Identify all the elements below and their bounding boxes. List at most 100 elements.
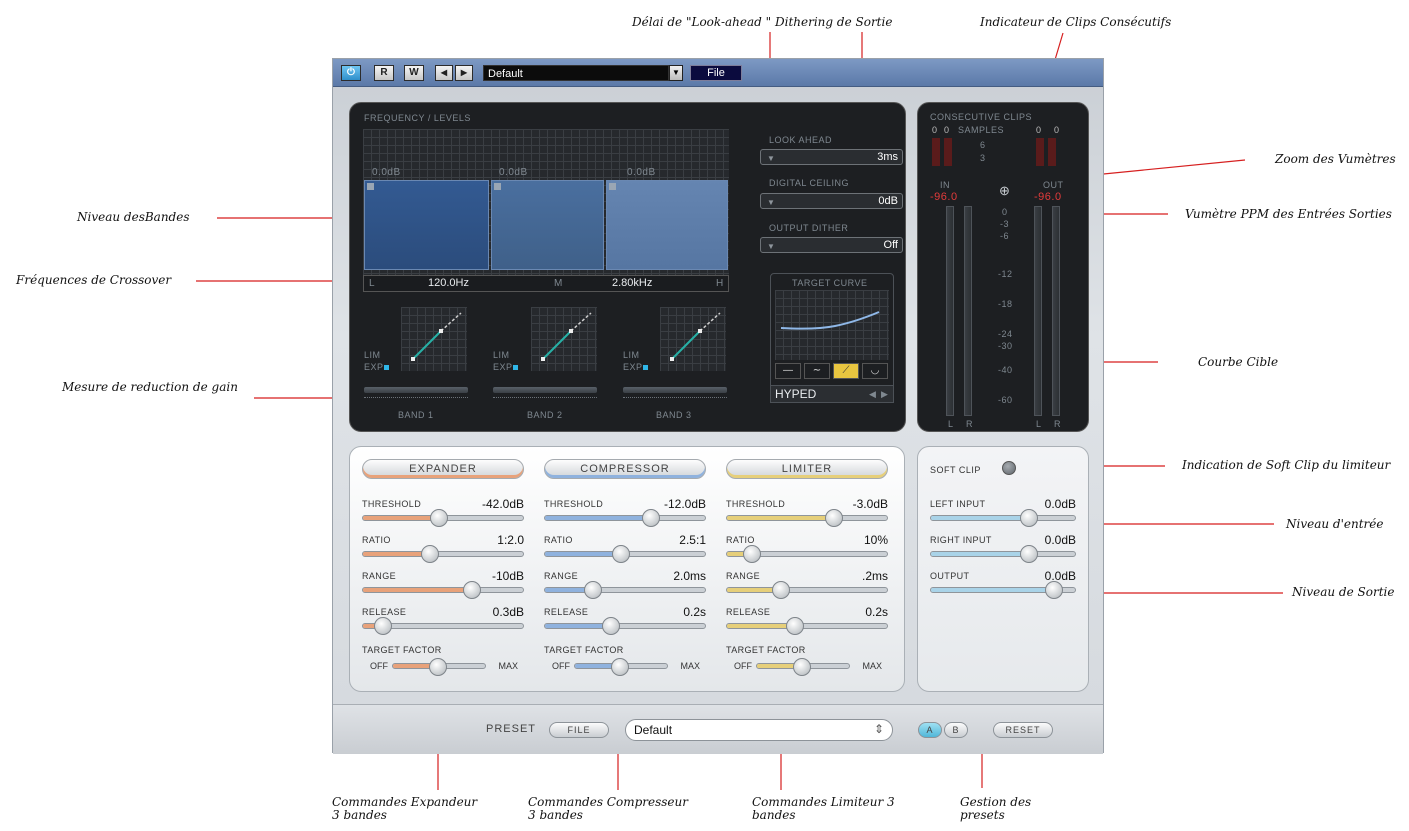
- toolbar-file-button[interactable]: File: [690, 65, 742, 81]
- preset-spinner-icon[interactable]: ⇕: [874, 722, 884, 736]
- expander-range-track[interactable]: [362, 587, 524, 593]
- right-input-track[interactable]: [930, 551, 1076, 557]
- right-input-knob[interactable]: [1019, 545, 1038, 563]
- limiter-range-knob[interactable]: [772, 581, 791, 599]
- left-input-track[interactable]: [930, 515, 1076, 521]
- band-2-gr-scale: [493, 397, 597, 401]
- band-1-curve-line: [411, 312, 462, 361]
- soft-clip-indicator: [1002, 461, 1016, 475]
- crossover-low-value[interactable]: 120.0Hz: [428, 277, 469, 289]
- clip-scale-6: 6: [980, 140, 986, 150]
- limiter-ratio-knob[interactable]: [743, 545, 762, 563]
- output-knob[interactable]: [1045, 581, 1064, 599]
- target-curve-label: TARGET CURVE: [792, 278, 868, 288]
- expander-toggle-button[interactable]: EXPANDER: [362, 459, 524, 479]
- right-input-fill: [931, 552, 1032, 556]
- right-input-label: RIGHT INPUT: [930, 535, 992, 545]
- band-2-level-block[interactable]: [491, 180, 604, 270]
- out-r-label: R: [1054, 419, 1061, 429]
- compressor-target-factor-slider[interactable]: TARGET FACTOR OFF MAX: [544, 645, 706, 676]
- limiter-ratio-value: 10%: [863, 533, 888, 547]
- curve-name-field[interactable]: HYPED ◀ ▶: [770, 385, 894, 403]
- compressor-range-label: RANGE: [544, 571, 579, 581]
- output-dither-select[interactable]: ▼ Off: [760, 237, 903, 253]
- expander-range-knob[interactable]: [462, 581, 481, 599]
- compressor-toggle-button[interactable]: COMPRESSOR: [544, 459, 706, 479]
- limiter-toggle-button[interactable]: LIMITER: [726, 459, 888, 479]
- toolbar-preset-field[interactable]: Default: [483, 65, 669, 81]
- meter-zoom-icon[interactable]: ⊕: [999, 183, 1010, 199]
- scale-12: -12: [998, 269, 1013, 279]
- expander-threshold-knob[interactable]: [429, 509, 448, 527]
- read-automation-button[interactable]: R: [374, 65, 394, 81]
- curve-flat-button[interactable]: —: [775, 363, 801, 379]
- crossover-high-value[interactable]: 2.80kHz: [612, 277, 652, 289]
- out-meter-label: OUT: [1043, 180, 1064, 190]
- curve-prev-icon[interactable]: ◀: [869, 389, 876, 400]
- compressor-range-track[interactable]: [544, 587, 706, 593]
- limiter-target-factor-track[interactable]: [756, 658, 850, 676]
- left-input-value: 0.0dB: [1044, 497, 1076, 511]
- band-1-level-block[interactable]: [364, 180, 489, 270]
- compressor-range-knob[interactable]: [584, 581, 603, 599]
- left-input-label: LEFT INPUT: [930, 499, 986, 509]
- frequency-levels-panel: FREQUENCY / LEVELS 0.0dB 0.0dB 0.0dB L M…: [349, 102, 906, 432]
- limiter-threshold-track[interactable]: [726, 515, 888, 521]
- preset-reset-button[interactable]: RESET: [993, 722, 1053, 738]
- curve-smile-button[interactable]: ◡: [862, 363, 888, 379]
- in-meter-label: IN: [940, 180, 950, 190]
- digital-ceiling-select[interactable]: ▼ 0dB: [760, 193, 903, 209]
- write-automation-button[interactable]: W: [404, 65, 424, 81]
- left-input-knob[interactable]: [1019, 509, 1038, 527]
- output-fill: [931, 588, 1061, 592]
- compressor-release-track[interactable]: [544, 623, 706, 629]
- compressor-threshold-track[interactable]: [544, 515, 706, 521]
- preset-dropdown-button[interactable]: ▼: [669, 65, 683, 81]
- band-1-exp-indicator: [384, 365, 389, 370]
- scale-30: -30: [998, 341, 1013, 351]
- preset-select[interactable]: Default ⇕: [625, 719, 893, 741]
- preset-b-button[interactable]: B: [944, 722, 968, 738]
- io-panel: SOFT CLIP LEFT INPUT 0.0dB RIGHT INPUT 0…: [917, 446, 1089, 692]
- compressor-range-fill: [545, 588, 590, 592]
- power-button[interactable]: ⏻: [341, 65, 361, 81]
- next-preset-button[interactable]: ▶: [455, 65, 473, 81]
- previous-preset-button[interactable]: ◀: [435, 65, 453, 81]
- band-3-handle[interactable]: [609, 183, 616, 190]
- limiter-release-track[interactable]: [726, 623, 888, 629]
- compressor-ratio-knob[interactable]: [611, 545, 630, 563]
- limiter-threshold-knob[interactable]: [825, 509, 844, 527]
- band-1-handle[interactable]: [367, 183, 374, 190]
- limiter-release-knob[interactable]: [786, 617, 805, 635]
- expander-release-knob[interactable]: [373, 617, 392, 635]
- preset-a-button[interactable]: A: [918, 722, 942, 738]
- clip-left-count-1: 0: [932, 125, 938, 135]
- band-2-lim-label: LIM: [493, 350, 510, 360]
- look-ahead-select[interactable]: ▼ 3ms: [760, 149, 903, 165]
- compressor-target-factor-track[interactable]: [574, 658, 668, 676]
- compressor-threshold-knob[interactable]: [641, 509, 660, 527]
- band-3-exp-indicator: [643, 365, 648, 370]
- limiter-ratio-label: RATIO: [726, 535, 755, 545]
- preset-file-button[interactable]: FILE: [549, 722, 609, 738]
- limiter-target-factor-slider[interactable]: TARGET FACTOR OFF MAX: [726, 645, 888, 676]
- band-3-label: BAND 3: [656, 410, 692, 420]
- curve-hyped-button[interactable]: ⟋: [833, 363, 859, 379]
- band-3-level-block[interactable]: [606, 180, 728, 270]
- expander-target-factor-knob[interactable]: [429, 658, 448, 676]
- expander-target-factor-slider[interactable]: TARGET FACTOR OFF MAX: [362, 645, 524, 676]
- expander-ratio-knob[interactable]: [421, 545, 440, 563]
- scale-18: -18: [998, 299, 1013, 309]
- limiter-range-track[interactable]: [726, 587, 888, 593]
- expander-ratio-track[interactable]: [362, 551, 524, 557]
- expander-target-factor-track[interactable]: [392, 658, 486, 676]
- compressor-release-knob[interactable]: [601, 617, 620, 635]
- limiter-target-factor-knob[interactable]: [793, 658, 812, 676]
- compressor-target-factor-knob[interactable]: [611, 658, 630, 676]
- band-2-handle[interactable]: [494, 183, 501, 190]
- curve-next-icon[interactable]: ▶: [881, 389, 888, 400]
- band-2-transfer-curve: [531, 307, 597, 371]
- band-3-gr-scale: [623, 397, 727, 401]
- curve-presence-button[interactable]: ∼: [804, 363, 830, 379]
- expander-ratio-value: 1:2.0: [497, 533, 524, 547]
